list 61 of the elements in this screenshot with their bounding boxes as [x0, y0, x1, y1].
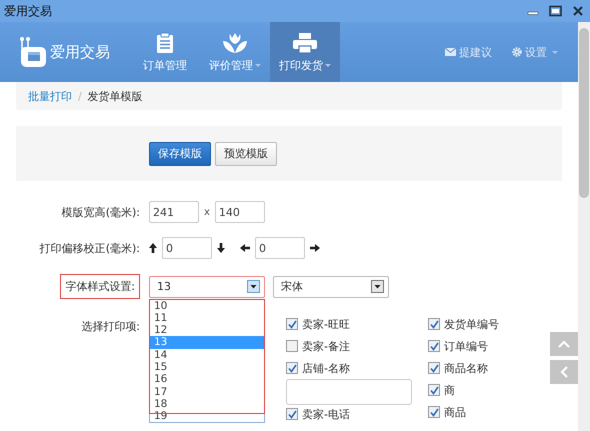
preview-button[interactable]: 预览模版 — [215, 142, 277, 166]
times-sign: x — [204, 206, 210, 218]
checkbox[interactable] — [286, 408, 298, 420]
checkbox[interactable] — [286, 362, 298, 374]
breadcrumb-current: 发货单模版 — [88, 88, 143, 104]
arrow-down-icon — [217, 243, 225, 253]
field-label: 选择打印项: — [80, 319, 140, 334]
settings-icon — [512, 47, 522, 57]
field-label: 字体样式设置: — [60, 274, 140, 299]
logo-icon — [18, 35, 48, 69]
checkbox[interactable] — [428, 362, 440, 374]
checkbox-label: 卖家-电话 — [302, 406, 350, 422]
nav-tab[interactable]: 打印发货 — [270, 22, 340, 82]
checkbox-label: 商品 — [444, 404, 466, 420]
scrollbar[interactable] — [578, 22, 590, 431]
vertical-offset-input[interactable]: 0 — [162, 237, 212, 259]
chevron-left-icon — [560, 366, 568, 378]
field-label: 模版宽高(毫米): — [60, 204, 140, 220]
font-size-select[interactable]: 13 — [149, 276, 265, 298]
dropdown-option[interactable]: 10 — [150, 300, 264, 312]
checkbox-label: 卖家-备注 — [302, 338, 350, 354]
checkbox-label: 卖家-旺旺 — [302, 316, 350, 332]
checkbox-label: 发货单编号 — [444, 316, 499, 332]
dropdown-option[interactable]: 17 — [150, 386, 264, 398]
printer-icon — [292, 32, 318, 54]
mail-icon — [445, 48, 456, 56]
close-icon[interactable] — [572, 5, 584, 17]
checkbox-label: 商 — [444, 382, 455, 398]
checkbox[interactable] — [428, 340, 440, 352]
checkbox[interactable] — [428, 318, 440, 330]
dropdown-option[interactable]: 14 — [150, 348, 264, 361]
logo-text: 爱用交易 — [50, 42, 110, 62]
font-family-select[interactable]: 宋体 — [273, 276, 389, 298]
window-title: 爱用交易 — [4, 2, 52, 20]
checkbox-label: 店铺-名称 — [302, 360, 350, 376]
chevron-up-icon — [558, 340, 570, 348]
checkbox-label: 订单编号 — [444, 338, 488, 354]
arrow-left-icon — [240, 244, 250, 252]
dropdown-option[interactable]: 18 — [150, 398, 264, 410]
clipboard-icon — [156, 32, 174, 54]
checkbox[interactable] — [428, 406, 440, 418]
dropdown-option[interactable]: 12 — [150, 324, 264, 336]
field-label: 打印偏移校正(毫米): — [38, 240, 140, 256]
height-input[interactable]: 140 — [214, 201, 265, 223]
maximize-icon[interactable] — [549, 5, 562, 17]
text-input[interactable] — [286, 379, 412, 405]
checkbox[interactable] — [428, 384, 440, 396]
dropdown-option[interactable]: 15 — [150, 360, 264, 374]
arrow-right-icon — [310, 244, 320, 252]
save-button[interactable]: 保存模版 — [149, 142, 211, 166]
dropdown-option[interactable]: 16 — [150, 373, 264, 386]
checkbox-label: 商品名称 — [444, 360, 488, 376]
horizontal-offset-input[interactable]: 0 — [255, 237, 305, 259]
checkbox[interactable] — [286, 318, 298, 330]
flower-icon — [222, 32, 248, 54]
dropdown-option[interactable]: 11 — [150, 312, 264, 324]
width-input[interactable]: 241 — [149, 201, 199, 223]
breadcrumb-link[interactable]: 批量打印 — [28, 88, 72, 104]
arrow-up-icon — [149, 243, 157, 253]
checkbox[interactable] — [286, 340, 298, 352]
breadcrumb-separator: / — [78, 90, 82, 102]
